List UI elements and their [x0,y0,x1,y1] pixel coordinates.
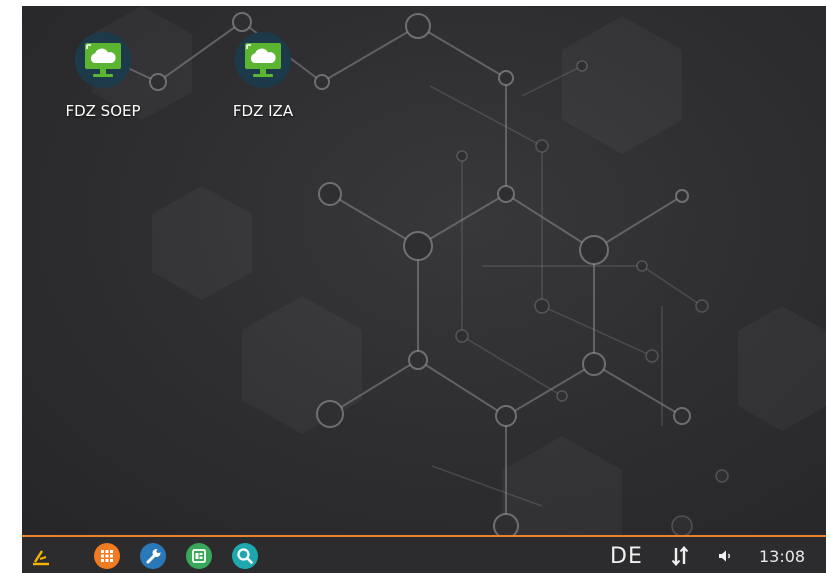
app-grid-button[interactable] [94,543,120,569]
desktop-icon-fdz-soep[interactable]: FDZ SOEP [48,20,158,120]
settings-tools-button[interactable] [140,543,166,569]
desktop-icon-fdz-iza[interactable]: FDZ IZA [208,20,318,120]
search-button[interactable] [232,543,258,569]
search-icon [237,548,253,564]
taskbar: DE 13:08 [22,535,826,573]
remote-desktop-cloud-icon [235,32,291,88]
app-grid-icon [101,550,113,562]
start-menu-button[interactable] [30,545,52,567]
screen: FDZ SOEP FDZ IZA DE 13:08 [22,6,826,573]
speaker-icon [719,550,730,562]
start-menu-icon [33,550,49,566]
window-manager-button[interactable] [186,543,212,569]
network-updown-icon [671,545,689,567]
window-manager-icon [192,549,206,563]
desktop-icon-label: FDZ IZA [232,102,294,120]
remote-desktop-cloud-icon [75,32,131,88]
keyboard-language-indicator[interactable]: DE [610,544,643,569]
volume-button[interactable] [716,547,734,565]
clock[interactable]: 13:08 [759,547,805,566]
wrench-icon [146,549,161,564]
network-button[interactable] [670,545,690,567]
desktop-icon-label: FDZ SOEP [65,102,141,120]
